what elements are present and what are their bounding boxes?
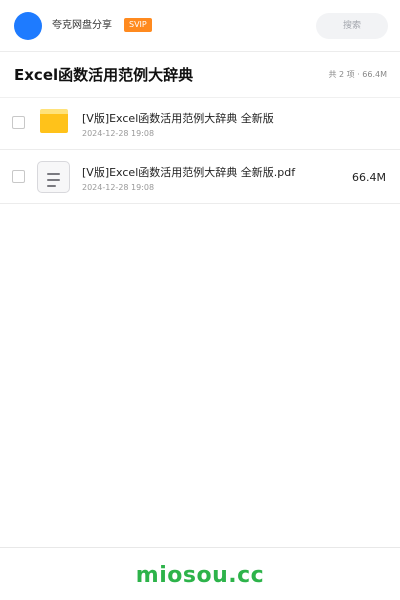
avatar[interactable] [14,12,42,40]
file-name[interactable]: [V版]Excel函数活用范例大辞典 全新版.pdf [82,166,295,180]
file-date: 2024-12-28 19:08 [82,183,155,192]
item-summary: 共 2 项 · 66.4M [328,70,387,79]
search-input[interactable]: 搜索 [316,13,388,39]
sharer-name[interactable]: 夸克网盘分享 [52,19,112,33]
footer: miosou.cc [0,547,400,600]
file-row[interactable]: [V版]Excel函数活用范例大辞典 全新版.pdf 2024-12-28 19… [0,150,400,204]
top-bar: 夸克网盘分享 SVIP 搜索 [0,0,400,52]
document-icon [37,161,70,193]
svip-badge: SVIP [124,18,152,32]
file-date: 2024-12-28 19:08 [82,129,155,138]
title-row: Excel函数活用范例大辞典 共 2 项 · 66.4M [0,52,400,98]
row-checkbox[interactable] [12,116,25,129]
row-checkbox[interactable] [12,170,25,183]
file-name[interactable]: [V版]Excel函数活用范例大辞典 全新版 [82,112,274,126]
file-row[interactable]: [V版]Excel函数活用范例大辞典 全新版 2024-12-28 19:08 [0,96,400,150]
file-size: 66.4M [352,171,386,184]
page-title: Excel函数活用范例大辞典 [14,66,194,84]
watermark-text: miosou.cc [135,563,265,588]
folder-icon [40,109,68,133]
